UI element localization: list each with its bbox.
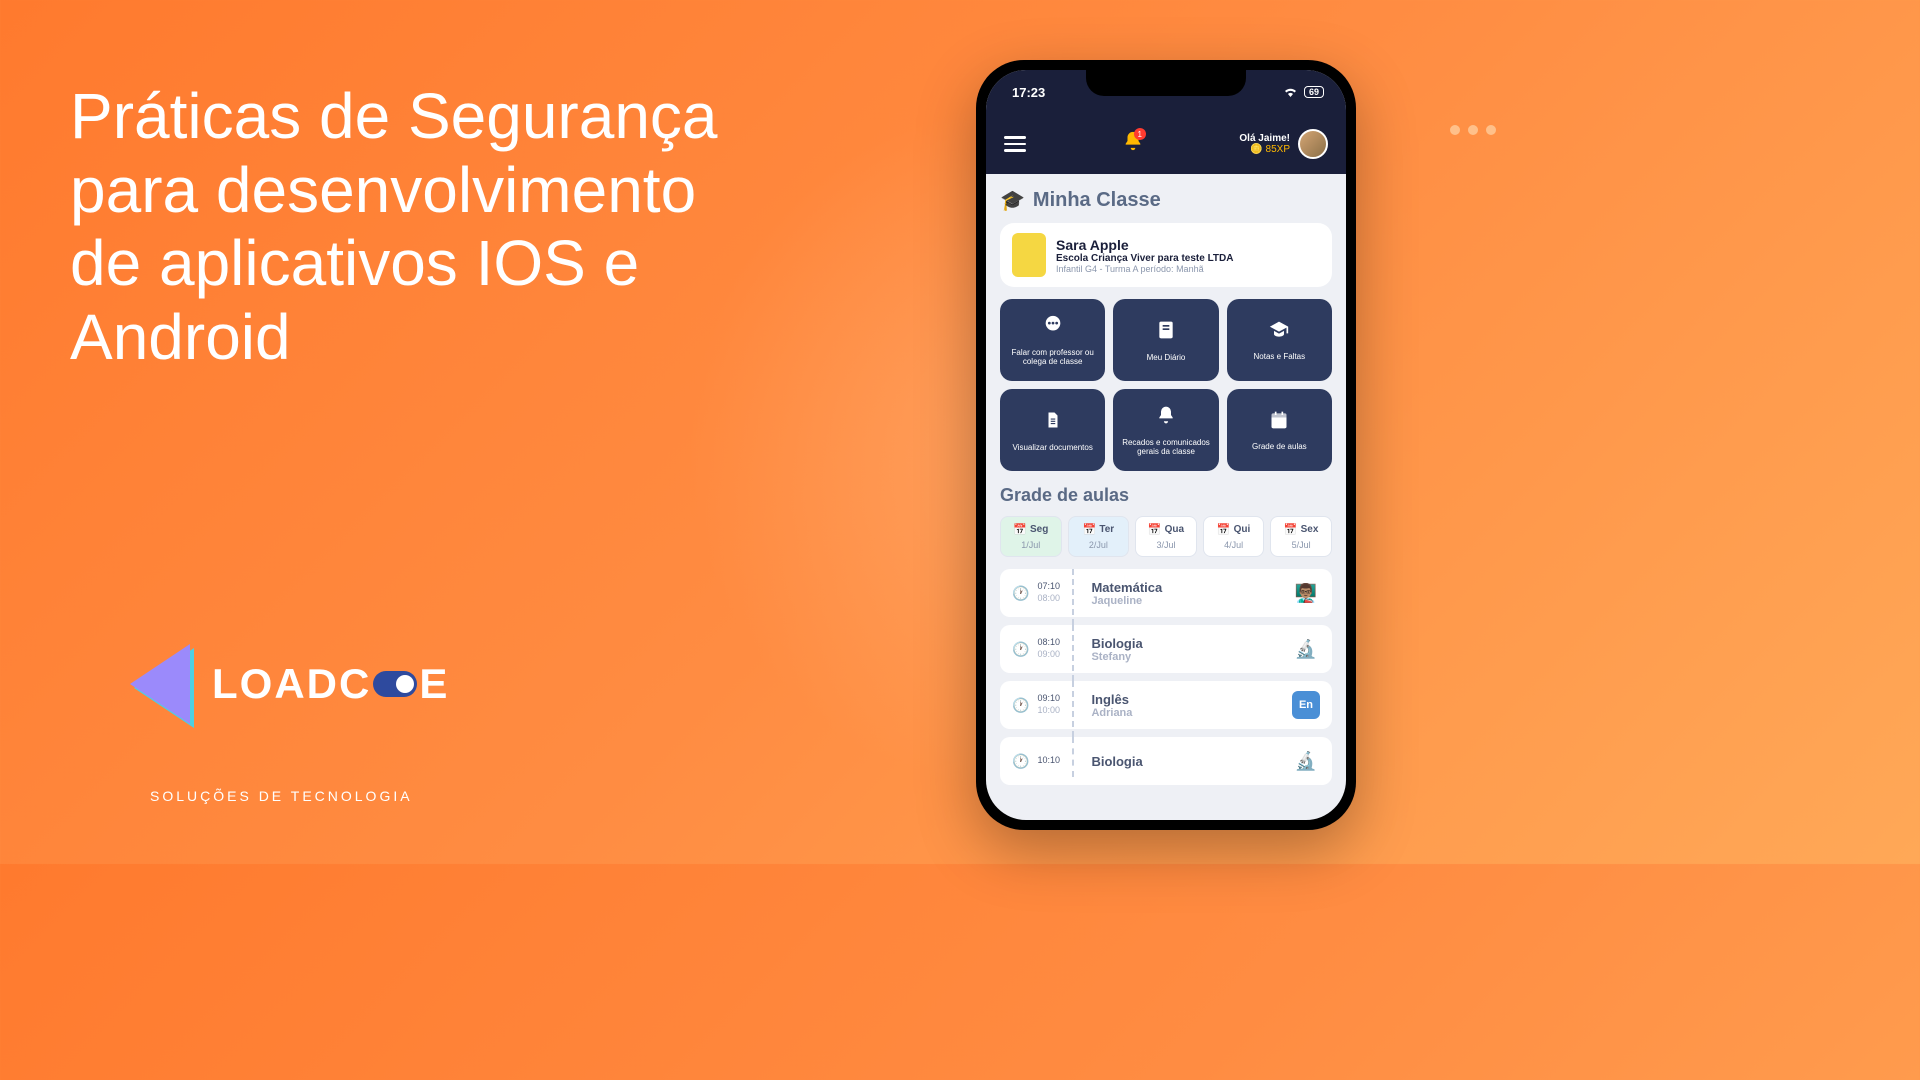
section-title-schedule: Grade de aulas (1000, 485, 1332, 506)
xp-text: 🪙 85XP (1239, 144, 1290, 155)
day-date: 1/Jul (1005, 540, 1057, 550)
day-date: 5/Jul (1275, 540, 1327, 550)
phone-mockup: 17:23 69 1 Olá Jaime! 🪙 85XP (976, 60, 1356, 830)
lesson-icon: En (1292, 691, 1320, 719)
tile-grad[interactable]: Notas e Faltas (1227, 299, 1332, 381)
day-name: Ter (1099, 524, 1114, 535)
lesson-row[interactable]: 🕐 08:1009:00 Biologia Stefany 🔬 (1000, 625, 1332, 673)
greeting-text: Olá Jaime! (1239, 133, 1290, 144)
tile-grid: Falar com professor ou colega de classe M… (1000, 299, 1332, 471)
lesson-teacher: Jaqueline (1091, 595, 1284, 607)
diary-icon (1156, 319, 1176, 347)
clock-icon: 🕐 (1012, 585, 1029, 602)
menu-button[interactable] (1004, 136, 1026, 152)
lesson-time: 08:1009:00 (1037, 637, 1067, 660)
phone-notch (1086, 70, 1246, 96)
tile-diary[interactable]: Meu Diário (1113, 299, 1218, 381)
lesson-row[interactable]: 🕐 09:1010:00 Inglês Adriana En (1000, 681, 1332, 729)
day-tab-qua[interactable]: 📅Qua 3/Jul (1135, 516, 1197, 557)
lesson-subject: Biologia (1091, 636, 1284, 651)
lesson-row[interactable]: 🕐 07:1008:00 Matemática Jaqueline 👨🏽‍🏫 (1000, 569, 1332, 617)
status-time: 17:23 (1012, 85, 1045, 100)
lesson-list: 🕐 07:1008:00 Matemática Jaqueline 👨🏽‍🏫 🕐… (1000, 569, 1332, 793)
day-date: 4/Jul (1208, 540, 1260, 550)
lesson-time: 10:10 (1037, 755, 1067, 767)
calendar-mini-icon: 📅 (1148, 523, 1162, 536)
tile-doc[interactable]: Visualizar documentos (1000, 389, 1105, 471)
lesson-icon: 👨🏽‍🏫 (1292, 579, 1320, 607)
avatar (1298, 129, 1328, 159)
day-name: Seg (1030, 524, 1048, 535)
student-photo (1012, 233, 1046, 277)
notification-bell[interactable]: 1 (1122, 130, 1144, 158)
lesson-time: 09:1010:00 (1037, 693, 1067, 716)
logo-text-b: E (419, 660, 449, 708)
calendar-mini-icon: 📅 (1013, 523, 1027, 536)
student-card[interactable]: Sara Apple Escola Criança Viver para tes… (1000, 223, 1332, 287)
day-date: 3/Jul (1140, 540, 1192, 550)
tile-bell[interactable]: Recados e comunicados gerais da classe (1113, 389, 1218, 471)
tile-label: Falar com professor ou colega de classe (1006, 348, 1099, 366)
lesson-teacher: Adriana (1091, 707, 1284, 719)
clock-icon: 🕐 (1012, 753, 1029, 770)
tile-chat[interactable]: Falar com professor ou colega de classe (1000, 299, 1105, 381)
graduation-cap-icon: 🎓 (1000, 188, 1025, 213)
lesson-subject: Matemática (1091, 580, 1284, 595)
calendar-mini-icon: 📅 (1284, 523, 1298, 536)
student-name: Sara Apple (1056, 237, 1234, 253)
tile-label: Visualizar documentos (1012, 443, 1092, 452)
lesson-subject: Biologia (1091, 754, 1284, 769)
cal-icon (1269, 410, 1289, 436)
lesson-icon: 🔬 (1292, 747, 1320, 775)
bell-icon (1156, 404, 1176, 432)
user-chip[interactable]: Olá Jaime! 🪙 85XP (1239, 129, 1328, 159)
student-school: Escola Criança Viver para teste LTDA (1056, 253, 1234, 264)
chat-icon (1042, 314, 1064, 342)
clock-icon: 🕐 (1012, 697, 1029, 714)
day-name: Qui (1234, 524, 1251, 535)
logo: LOADC E (140, 644, 449, 724)
calendar-mini-icon: 📅 (1083, 523, 1097, 536)
day-date: 2/Jul (1073, 540, 1125, 550)
bell-badge: 1 (1134, 128, 1146, 140)
tile-cal[interactable]: Grade de aulas (1227, 389, 1332, 471)
day-name: Qua (1165, 524, 1184, 535)
grad-icon (1267, 320, 1291, 346)
day-tab-seg[interactable]: 📅Seg 1/Jul (1000, 516, 1062, 557)
logo-toggle-icon (373, 671, 417, 697)
lesson-teacher: Stefany (1091, 651, 1284, 663)
day-tab-qui[interactable]: 📅Qui 4/Jul (1203, 516, 1265, 557)
clock-icon: 🕐 (1012, 641, 1029, 658)
app-header: 1 Olá Jaime! 🪙 85XP (986, 114, 1346, 174)
lesson-subject: Inglês (1091, 692, 1284, 707)
day-tabs: 📅Seg1/Jul📅Ter2/Jul📅Qua3/Jul📅Qui4/Jul📅Sex… (1000, 516, 1332, 557)
lesson-time: 07:1008:00 (1037, 581, 1067, 604)
lesson-icon: 🔬 (1292, 635, 1320, 663)
tile-label: Meu Diário (1147, 353, 1186, 362)
student-class-info: Infantil G4 - Turma A período: Manhã (1056, 264, 1234, 274)
doc-icon (1044, 409, 1062, 437)
logo-subtitle: SOLUÇÕES DE TECNOLOGIA (150, 788, 413, 804)
decorative-dots (1450, 125, 1496, 135)
tile-label: Recados e comunicados gerais da classe (1119, 438, 1212, 456)
logo-triangle-icon (130, 644, 190, 724)
day-tab-sex[interactable]: 📅Sex 5/Jul (1270, 516, 1332, 557)
tile-label: Notas e Faltas (1254, 352, 1306, 361)
headline-text: Práticas de Segurança para desenvolvimen… (70, 80, 770, 374)
calendar-mini-icon: 📅 (1217, 523, 1231, 536)
section-title-class: 🎓 Minha Classe (1000, 188, 1332, 213)
tile-label: Grade de aulas (1252, 442, 1307, 451)
logo-text-a: LOADC (212, 660, 371, 708)
lesson-row[interactable]: 🕐 10:10 Biologia 🔬 (1000, 737, 1332, 785)
day-tab-ter[interactable]: 📅Ter 2/Jul (1068, 516, 1130, 557)
battery-indicator: 69 (1304, 86, 1324, 98)
wifi-icon (1283, 85, 1298, 100)
day-name: Sex (1301, 524, 1319, 535)
